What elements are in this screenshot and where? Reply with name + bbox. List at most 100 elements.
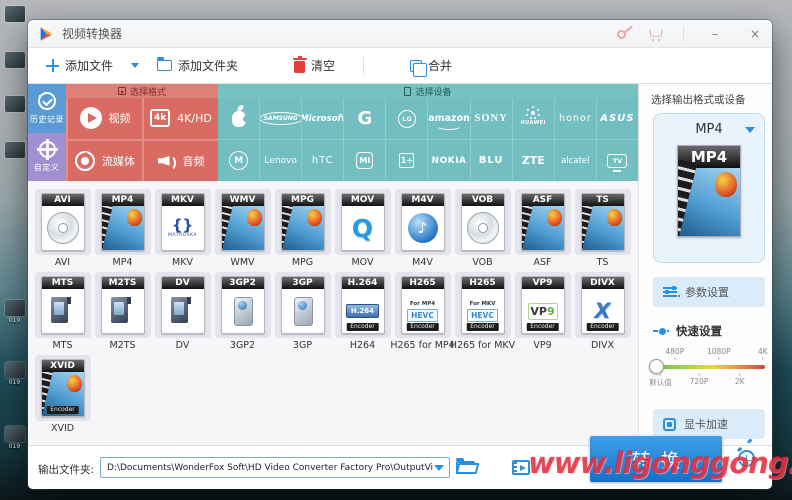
- chevron-down-icon[interactable]: [745, 127, 755, 133]
- purchase-cart-icon[interactable]: [648, 30, 661, 39]
- merge-button[interactable]: 合并: [404, 53, 458, 78]
- output-folder-combobox[interactable]: D:\Documents\WonderFox Soft\HD Video Con…: [100, 457, 450, 478]
- gpu-acceleration-button[interactable]: 显卡加速: [653, 409, 765, 439]
- sidebar: 历史记录 自定义: [28, 84, 66, 181]
- slider-handle[interactable]: [649, 359, 664, 374]
- format-xvid[interactable]: XVID Encoder XVID: [35, 355, 91, 434]
- format-ts[interactable]: TS TS: [575, 189, 631, 268]
- format-file-icon: AVI: [41, 193, 85, 251]
- category-video[interactable]: 视频: [68, 98, 142, 139]
- close-button[interactable]: ×: [746, 27, 764, 41]
- device-blu[interactable]: BLU: [471, 140, 512, 181]
- desktop-shortcut[interactable]: [3, 96, 26, 113]
- format-avi[interactable]: AVI AVI: [35, 189, 91, 268]
- format-h265-for-mkv[interactable]: H265 For MKVHEVC Encoder H265 for MKV: [455, 272, 511, 351]
- device-honor[interactable]: honor: [555, 98, 596, 139]
- format-h265-for-mp4[interactable]: H265 For MP4HEVC Encoder H265 for MP4: [395, 272, 451, 351]
- device-asus[interactable]: ASUS: [597, 98, 638, 139]
- device-htc[interactable]: hTC: [302, 140, 343, 181]
- device-google[interactable]: G: [344, 98, 385, 139]
- format-file-icon: XVID Encoder: [41, 359, 85, 417]
- titlebar: 视频转换器 – ×: [28, 20, 772, 48]
- device-microsoft[interactable]: Microsoft: [302, 98, 343, 139]
- format-file-icon: H265 For MP4HEVC Encoder: [401, 276, 445, 334]
- desktop-icon-strip: 019 019 019: [0, 0, 30, 500]
- category-4k-hd[interactable]: 4k 4K/HD: [144, 98, 218, 139]
- parameter-settings-button[interactable]: 参数设置: [653, 277, 765, 307]
- desktop-shortcut[interactable]: 019: [3, 426, 26, 450]
- quick-settings-header: 快速设置: [653, 323, 772, 339]
- add-file-button[interactable]: 添加文件: [40, 53, 119, 78]
- desktop-shortcut[interactable]: [3, 142, 26, 159]
- window-title: 视频转换器: [62, 25, 122, 42]
- slider-knob-icon: [653, 327, 669, 335]
- desktop-shortcut[interactable]: [3, 52, 26, 69]
- clear-button[interactable]: 清空: [288, 53, 341, 78]
- merge-icon: [410, 60, 422, 72]
- sidebar-item-custom[interactable]: 自定义: [28, 133, 66, 182]
- resolution-slider[interactable]: 480P1080P4K 默认值720P2K: [655, 347, 765, 391]
- format-vp9[interactable]: VP9 VP9 Encoder VP9: [515, 272, 571, 351]
- desktop-shortcut[interactable]: [3, 6, 26, 23]
- format-file-icon: H.264 H.264 Encoder: [341, 276, 385, 334]
- toolbar: 添加文件 添加文件夹 清空 合并: [28, 48, 772, 84]
- add-file-dropdown-arrow[interactable]: [131, 63, 139, 68]
- minimize-button[interactable]: –: [706, 27, 724, 41]
- add-folder-button[interactable]: 添加文件夹: [151, 53, 244, 78]
- app-logo-icon: [38, 26, 54, 42]
- device-lg[interactable]: LG: [386, 98, 427, 139]
- device-samsung[interactable]: SAMSUNG: [260, 98, 301, 139]
- plus-icon: [46, 59, 59, 72]
- device-tv[interactable]: TV: [597, 140, 638, 181]
- device-zte[interactable]: ZTE: [513, 140, 554, 181]
- format-file-icon: WMV: [221, 193, 265, 251]
- device-alcatel[interactable]: alcatel: [555, 140, 596, 181]
- selected-format-label: MP4: [654, 114, 764, 137]
- category-audio[interactable]: 音频: [144, 141, 218, 182]
- format-file-icon: 3GP: [281, 276, 325, 334]
- format-m4v[interactable]: M4V ♪ M4V: [395, 189, 451, 268]
- format-mp4[interactable]: MP4 MP4: [95, 189, 151, 268]
- register-key-icon[interactable]: [615, 28, 628, 41]
- format-mkv[interactable]: MKV {}MATROSKA MKV: [155, 189, 211, 268]
- combo-dropdown-arrow[interactable]: [434, 465, 444, 471]
- format-divx[interactable]: DIVX X Encoder DIVX: [575, 272, 631, 351]
- format-file-icon: ASF: [521, 193, 565, 251]
- desktop-shortcut[interactable]: 019: [3, 300, 26, 324]
- format-file-icon: H265 For MKVHEVC Encoder: [461, 276, 505, 334]
- slider-track[interactable]: [655, 365, 765, 369]
- category-icon: [80, 107, 102, 129]
- format-mpg[interactable]: MPG MPG: [275, 189, 331, 268]
- open-output-folder-icon[interactable]: [456, 461, 475, 474]
- format-h264[interactable]: H.264 H.264 Encoder H264: [335, 272, 391, 351]
- device-lenovo[interactable]: Lenovo: [260, 140, 301, 181]
- format-3gp[interactable]: 3GP 3GP: [275, 272, 331, 351]
- output-panel: 选择输出格式或设备 MP4 MP4 参数设置 快速设置 480P1080P4K: [638, 84, 772, 445]
- selected-output-card[interactable]: MP4 MP4: [653, 113, 765, 263]
- device-apple[interactable]: [218, 98, 259, 139]
- selected-format-icon: MP4: [677, 145, 741, 237]
- device-sony[interactable]: SONY: [471, 98, 512, 139]
- device-mi[interactable]: MI: [344, 140, 385, 181]
- format-dv[interactable]: DV DV: [155, 272, 211, 351]
- gpu-icon: [663, 418, 676, 431]
- folder-icon: [157, 60, 172, 71]
- device-nokia[interactable]: NOKIA: [428, 140, 469, 181]
- app-window: 视频转换器 – × 添加文件 添加文件夹 清空 合并: [28, 20, 772, 489]
- format-mov[interactable]: MOV Q MOV: [335, 189, 391, 268]
- sidebar-item-history[interactable]: 历史记录: [28, 84, 66, 133]
- format-asf[interactable]: ASF ASF: [515, 189, 571, 268]
- format-mts[interactable]: MTS MTS: [35, 272, 91, 351]
- device-oneplus[interactable]: 1+: [386, 140, 427, 181]
- format-wmv[interactable]: WMV WMV: [215, 189, 271, 268]
- device-amazon[interactable]: amazon: [428, 98, 469, 139]
- device-huawei[interactable]: HUAWEI: [513, 98, 554, 139]
- brand-glyph-icon: [232, 111, 246, 127]
- format-m2ts[interactable]: M2TS M2TS: [95, 272, 151, 351]
- format-3gp2[interactable]: 3GP2 3GP2: [215, 272, 271, 351]
- category-streaming[interactable]: 流媒体: [68, 141, 142, 182]
- format-vob[interactable]: VOB VOB: [455, 189, 511, 268]
- device-motorola[interactable]: M: [218, 140, 259, 181]
- format-file-icon: DV: [161, 276, 205, 334]
- desktop-shortcut[interactable]: 019: [3, 362, 26, 386]
